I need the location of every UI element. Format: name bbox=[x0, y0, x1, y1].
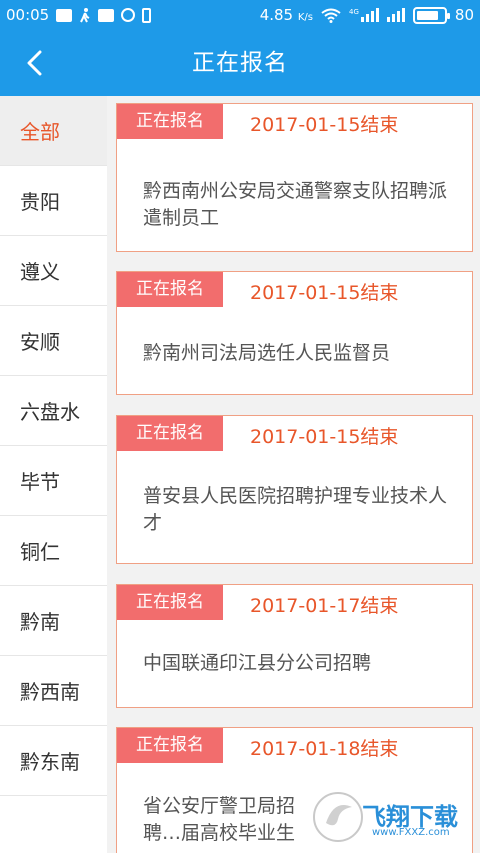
walking-icon bbox=[79, 8, 91, 23]
region-sidebar: 全部 贵阳 遵义 安顺 六盘水 毕节 铜仁 黔南 黔西南 黔东南 bbox=[0, 96, 107, 853]
status-badge: 正在报名 bbox=[117, 585, 223, 620]
sidebar-item-label: 全部 bbox=[20, 120, 60, 144]
sidebar-item-label: 铜仁 bbox=[20, 540, 60, 564]
news-icon bbox=[56, 8, 73, 22]
item-title: 普安县人民医院招聘护理专业技术人才 bbox=[143, 485, 448, 534]
status-bar: 00:05 4.85 K/s 4G 80 bbox=[0, 0, 480, 30]
sidebar-item-qiannan[interactable]: 黔南 bbox=[0, 586, 107, 656]
sidebar-item-all[interactable]: 全部 bbox=[0, 96, 107, 166]
sidebar-item-tongren[interactable]: 铜仁 bbox=[0, 516, 107, 586]
sidebar-item-anshun[interactable]: 安顺 bbox=[0, 306, 107, 376]
nav-bar: 正在报名 bbox=[0, 30, 480, 96]
sidebar-item-guiyang[interactable]: 贵阳 bbox=[0, 166, 107, 236]
sidebar-item-label: 黔东南 bbox=[20, 750, 80, 774]
status-badge: 正在报名 bbox=[117, 728, 223, 763]
status-badge: 正在报名 bbox=[117, 104, 223, 139]
sidebar-item-qianxinan[interactable]: 黔西南 bbox=[0, 656, 107, 726]
list-item[interactable]: 正在报名 2017-01-17结束 中国联通印江县分公司招聘 bbox=[116, 584, 473, 708]
watermark-url: www.FXXZ.com bbox=[372, 827, 450, 838]
signal-4g-icon: 4G bbox=[349, 8, 379, 22]
end-date: 2017-01-17结束 bbox=[250, 595, 399, 617]
sidebar-item-label: 贵阳 bbox=[20, 190, 60, 214]
status-badge: 正在报名 bbox=[117, 272, 223, 307]
item-title: 黔南州司法局选任人民监督员 bbox=[143, 342, 391, 364]
wifi-icon bbox=[321, 8, 341, 23]
list-item[interactable]: 正在报名 2017-01-15结束 普安县人民医院招聘护理专业技术人才 bbox=[116, 415, 473, 564]
end-date: 2017-01-18结束 bbox=[250, 738, 399, 760]
battery-small-icon bbox=[142, 7, 152, 23]
registration-list: 正在报名 2017-01-15结束 黔西南州公安局交通警察支队招聘派遣制员工 正… bbox=[107, 96, 480, 853]
sidebar-item-label: 黔西南 bbox=[20, 680, 80, 704]
watermark-logo: 飞翔下载 www.FXXZ.com bbox=[312, 787, 478, 847]
battery-level: 80 bbox=[454, 6, 474, 24]
bag-icon bbox=[98, 8, 115, 22]
status-time: 00:05 bbox=[6, 6, 50, 24]
chevron-left-icon bbox=[27, 50, 42, 76]
page-title: 正在报名 bbox=[192, 50, 288, 76]
sidebar-item-label: 遵义 bbox=[20, 260, 60, 284]
sidebar-item-label: 黔南 bbox=[20, 610, 60, 634]
back-button[interactable] bbox=[14, 43, 54, 83]
app-circle-icon bbox=[121, 8, 136, 22]
battery-icon bbox=[412, 6, 450, 24]
sidebar-item-label: 毕节 bbox=[20, 470, 60, 494]
end-date: 2017-01-15结束 bbox=[250, 426, 399, 448]
signal-icon bbox=[386, 8, 405, 22]
item-title: 省公安厅警卫局招聘…届高校毕业生 bbox=[143, 795, 296, 844]
sidebar-item-qiandongnan[interactable]: 黔东南 bbox=[0, 726, 107, 796]
network-speed: 4.85 K/s bbox=[259, 6, 314, 24]
sidebar-item-label: 六盘水 bbox=[20, 400, 80, 424]
sidebar-item-liupanshui[interactable]: 六盘水 bbox=[0, 376, 107, 446]
sidebar-item-zunyi[interactable]: 遵义 bbox=[0, 236, 107, 306]
end-date: 2017-01-15结束 bbox=[250, 114, 399, 136]
watermark-emblem-icon bbox=[313, 792, 363, 842]
sidebar-item-bijie[interactable]: 毕节 bbox=[0, 446, 107, 516]
end-date: 2017-01-15结束 bbox=[250, 282, 399, 304]
list-item[interactable]: 正在报名 2017-01-15结束 黔西南州公安局交通警察支队招聘派遣制员工 bbox=[116, 103, 473, 252]
item-title: 黔西南州公安局交通警察支队招聘派遣制员工 bbox=[143, 180, 448, 229]
list-item[interactable]: 正在报名 2017-01-15结束 黔南州司法局选任人民监督员 bbox=[116, 271, 473, 395]
item-title: 中国联通印江县分公司招聘 bbox=[143, 652, 372, 674]
status-badge: 正在报名 bbox=[117, 416, 223, 451]
sidebar-item-label: 安顺 bbox=[20, 330, 60, 354]
